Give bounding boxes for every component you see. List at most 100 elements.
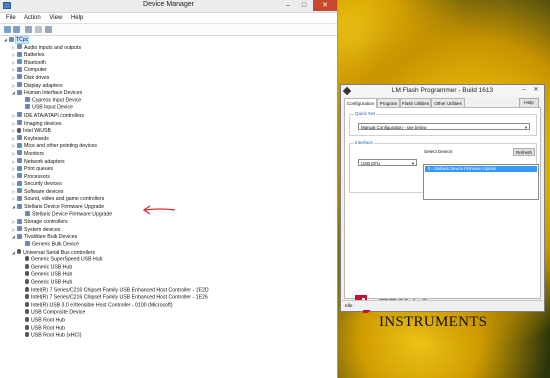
tree-item[interactable]: ▷ Monitors xyxy=(0,150,337,158)
tree-item[interactable]: ▷ Keyboards xyxy=(0,135,337,143)
tree-item[interactable]: ▷ Bluetooth xyxy=(0,59,337,67)
tree-item[interactable]: Generic USB Hub xyxy=(0,263,337,272)
interface-dropdown[interactable]: USB DFU ▼ xyxy=(358,159,417,166)
expand-arrow-icon[interactable]: ▷ xyxy=(11,195,16,203)
expand-arrow-icon[interactable]: ▷ xyxy=(11,158,16,166)
expand-arrow-icon[interactable]: ▷ xyxy=(11,142,16,150)
expand-arrow-icon[interactable]: ▷ xyxy=(11,218,16,226)
tree-item-label: Computer xyxy=(24,67,47,74)
tree-item-label: Universal Serial Bus controllers xyxy=(23,249,96,256)
tree-item[interactable]: USB Composite Device xyxy=(0,309,337,317)
tree-item[interactable]: USB Input Device xyxy=(0,104,337,112)
tree-item[interactable]: ▷ Audio inputs and outputs xyxy=(0,44,337,52)
expand-arrow-icon[interactable]: ▷ xyxy=(11,120,16,128)
tree-item[interactable]: ▷ Batteries xyxy=(0,51,337,59)
expand-arrow-icon[interactable]: ▷ xyxy=(11,59,16,67)
minimize-button[interactable]: – xyxy=(281,0,295,11)
quick-set-dropdown[interactable]: Manual Configuration - see below ▼ xyxy=(358,123,530,130)
tree-item[interactable]: Generic SuperSpeed USB Hub xyxy=(0,256,337,264)
device-manager-titlebar[interactable]: Device Manager – □ ✕ xyxy=(0,0,337,13)
expand-arrow-icon[interactable]: ▷ xyxy=(11,180,16,188)
device-list-item[interactable]: 0 - Stellaris Device Firmware Update xyxy=(425,166,537,172)
properties-icon[interactable] xyxy=(25,26,32,33)
device-manager-window: Device Manager – □ ✕ File Action View He… xyxy=(0,0,338,378)
expand-arrow-icon[interactable]: ▷ xyxy=(11,66,16,74)
tree-item[interactable]: ▷ Print queues xyxy=(0,165,337,173)
tree-item[interactable]: ▷ System devices xyxy=(0,226,337,234)
tree-item[interactable]: ▷ Storage controllers xyxy=(0,218,337,226)
tree-item[interactable]: ▷ Mice and other pointing devices xyxy=(0,142,337,150)
tree-item[interactable]: ◢ TivaWare Bulk Devices xyxy=(0,233,337,241)
tree-item[interactable]: USB Root Hub (xHCI) xyxy=(0,332,337,340)
lm-minimize-button[interactable]: – xyxy=(518,85,530,96)
tree-item[interactable]: ▷ Sound, video and game controllers xyxy=(0,195,337,203)
tree-item[interactable]: ▷ Processors xyxy=(0,173,337,181)
device-icon xyxy=(17,203,22,209)
tree-item[interactable]: ▷ Security devices xyxy=(0,180,337,188)
close-button[interactable]: ✕ xyxy=(313,0,337,11)
tree-item[interactable]: Cypress Input Device xyxy=(0,96,337,105)
expand-arrow-icon[interactable]: ◢ xyxy=(11,203,16,211)
tree-item[interactable]: Generic USB Hub xyxy=(0,279,337,287)
tab-flash-utilities[interactable]: Flash Utilities xyxy=(400,98,431,107)
expand-arrow-icon[interactable]: ▷ xyxy=(11,165,16,173)
tree-item[interactable]: Intel(R) 7 Series/C216 Chipset Family US… xyxy=(0,294,337,302)
scan-hardware-icon[interactable] xyxy=(45,26,52,33)
tree-item-label: USB Root Hub (xHCI) xyxy=(31,332,82,339)
maximize-button[interactable]: □ xyxy=(297,0,311,11)
back-arrow-icon[interactable] xyxy=(4,26,11,33)
tree-item[interactable]: Intel(R) 7 Series/C216 Chipset Family US… xyxy=(0,286,337,295)
tree-item[interactable]: ▷ Network adapters xyxy=(0,158,337,166)
expand-arrow-icon[interactable]: ▷ xyxy=(11,82,16,90)
lm-flash-titlebar[interactable]: LM Flash Programmer - Build 1613 – ✕ xyxy=(341,85,544,97)
expand-arrow-icon[interactable]: ◢ xyxy=(11,249,16,257)
tab-configuration[interactable]: Configuration xyxy=(344,98,377,108)
tree-item[interactable]: ◢ Universal Serial Bus controllers xyxy=(0,249,337,257)
tree-item[interactable]: ▷ Imaging devices xyxy=(0,120,337,128)
tree-item[interactable]: Generic Bulk Device xyxy=(0,241,337,249)
tree-item[interactable]: ◢ TCpc xyxy=(0,36,337,44)
tree-item-label: Intel(R) USB 3.0 eXtensible Host Control… xyxy=(31,302,173,309)
tree-item[interactable]: ▷ Software devices xyxy=(0,188,337,196)
tab-program[interactable]: Program xyxy=(377,98,400,107)
expand-arrow-icon[interactable]: ▷ xyxy=(11,74,16,82)
expand-arrow-icon[interactable]: ▷ xyxy=(11,127,16,135)
tree-item[interactable]: ◢ Human Interface Devices xyxy=(0,89,337,97)
tree-item-label: Bluetooth xyxy=(24,59,46,66)
expand-arrow-icon[interactable]: ▷ xyxy=(11,188,16,196)
expand-arrow-icon[interactable]: ▷ xyxy=(11,51,16,59)
expand-arrow-icon[interactable]: ▷ xyxy=(11,226,16,234)
refresh-button[interactable]: Refresh xyxy=(513,148,535,156)
tree-item[interactable]: ▷ Display adapters xyxy=(0,82,337,90)
expand-arrow-icon[interactable]: ▷ xyxy=(11,44,16,52)
device-list[interactable]: 0 - Stellaris Device Firmware Update xyxy=(423,164,539,200)
menu-action[interactable]: Action xyxy=(24,15,41,21)
tree-item[interactable]: ▷ Disk drives xyxy=(0,74,337,82)
help-icon[interactable] xyxy=(35,26,42,33)
tree-item[interactable]: Intel(R) USB 3.0 eXtensible Host Control… xyxy=(0,301,337,310)
monitor-icon xyxy=(17,150,22,156)
tree-item[interactable]: ▷ IDE ATA/ATAPI controllers xyxy=(0,112,337,120)
expand-arrow-icon[interactable]: ◢ xyxy=(11,233,16,241)
camera-icon xyxy=(17,120,22,126)
tree-item[interactable]: ▷ Intel WiUSB xyxy=(0,127,337,135)
expand-arrow-icon[interactable]: ▷ xyxy=(11,173,16,181)
expand-arrow-icon[interactable]: ◢ xyxy=(11,89,16,97)
tree-item-label: Stellaris Device Firmware Upgrade xyxy=(32,211,113,218)
lm-close-button[interactable]: ✕ xyxy=(530,85,542,96)
red-annotation-arrow xyxy=(142,205,176,215)
tab-other-utilities[interactable]: Other Utilities xyxy=(431,98,465,107)
expand-arrow-icon[interactable]: ▷ xyxy=(11,150,16,158)
expand-arrow-icon[interactable]: ▷ xyxy=(11,112,16,120)
menu-view[interactable]: View xyxy=(49,15,62,21)
tree-item[interactable]: USB Root Hub xyxy=(0,316,337,325)
menu-file[interactable]: File xyxy=(6,15,16,21)
menu-help[interactable]: Help xyxy=(71,15,83,21)
expand-arrow-icon[interactable]: ◢ xyxy=(3,36,8,44)
tree-item[interactable]: ▷ Computer xyxy=(0,66,337,74)
usb-icon xyxy=(25,301,29,307)
tree-item[interactable]: Generic USB Hub xyxy=(0,271,337,279)
expand-arrow-icon[interactable]: ▷ xyxy=(11,135,16,143)
forward-arrow-icon[interactable] xyxy=(13,26,20,33)
tree-item[interactable]: USB Root Hub xyxy=(0,324,337,333)
